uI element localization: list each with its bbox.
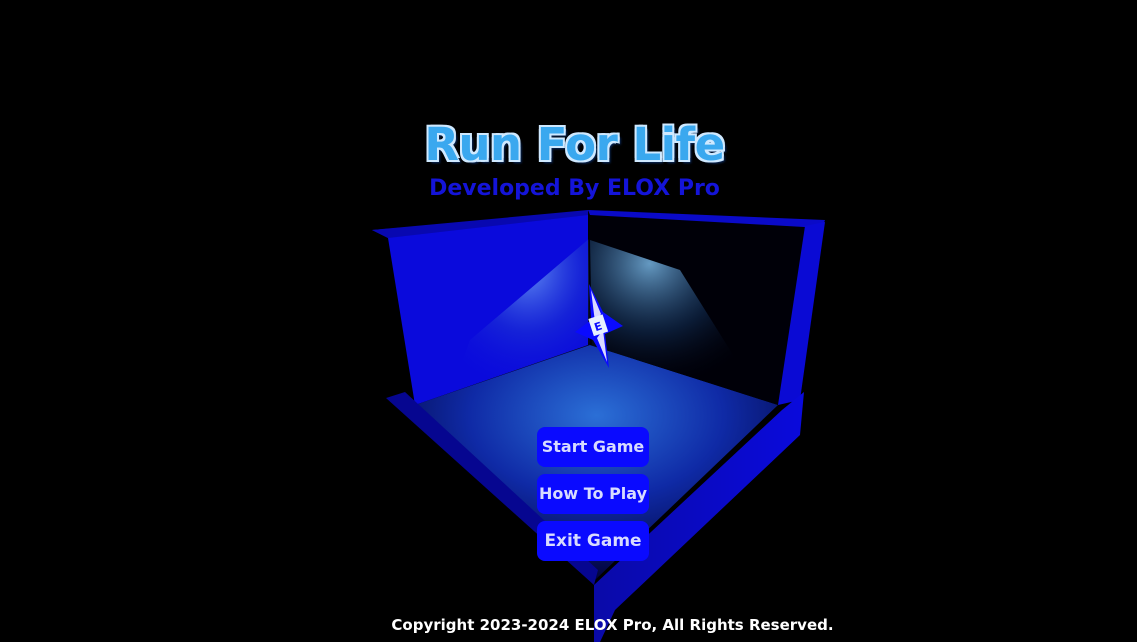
game-title: Run For Life xyxy=(424,118,725,171)
developer-subtitle: Developed By ELOX Pro xyxy=(429,176,720,201)
exit-game-button[interactable]: Exit Game xyxy=(537,521,649,561)
main-menu: Start Game How To Play Exit Game xyxy=(537,427,649,568)
start-game-button[interactable]: Start Game xyxy=(537,427,649,467)
copyright-footer: Copyright 2023-2024 ELOX Pro, All Rights… xyxy=(391,616,834,634)
how-to-play-button[interactable]: How To Play xyxy=(537,474,649,514)
